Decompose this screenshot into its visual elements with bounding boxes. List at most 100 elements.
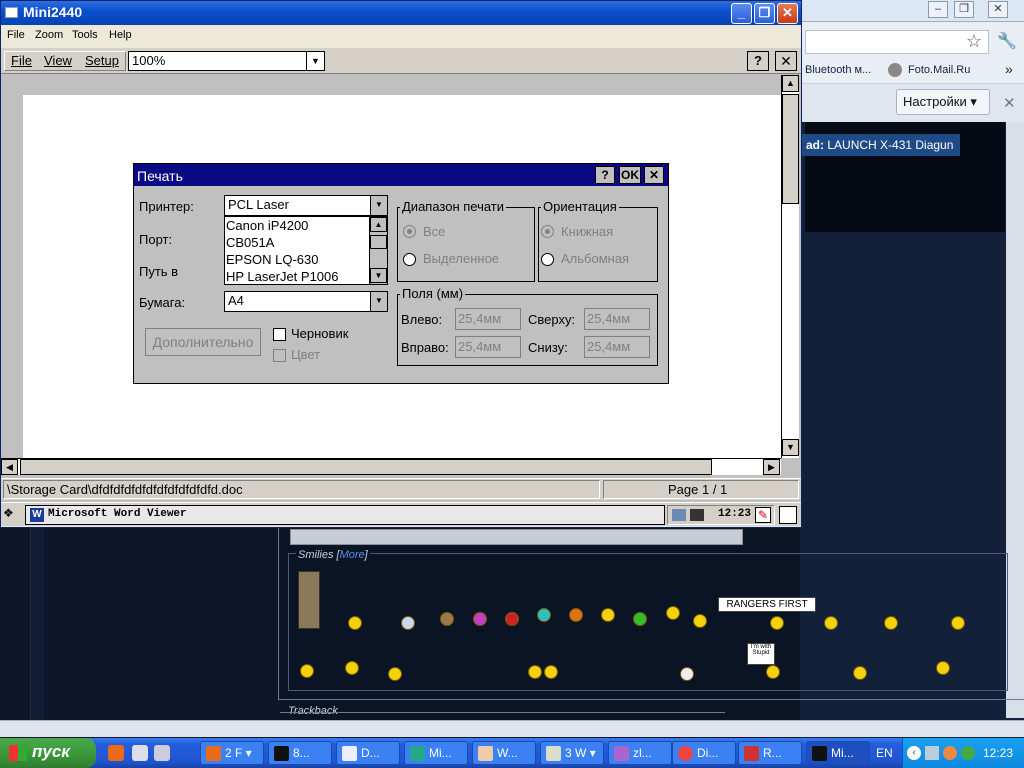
- minimize-button[interactable]: _: [731, 3, 752, 24]
- start-button[interactable]: пуск: [0, 738, 96, 768]
- network-icon[interactable]: [672, 509, 686, 521]
- viewer-menu-view[interactable]: View: [44, 53, 72, 68]
- close-icon[interactable]: ✕: [1003, 94, 1016, 112]
- ce-start-icon[interactable]: ❖: [3, 506, 21, 524]
- firefox-icon[interactable]: [108, 745, 124, 761]
- keyboard-icon[interactable]: [690, 509, 704, 521]
- viewer-menu-file[interactable]: File: [11, 53, 32, 68]
- task-word-viewer[interactable]: W Microsoft Word Viewer: [25, 505, 665, 525]
- smiley-icon[interactable]: [345, 661, 359, 675]
- close-icon[interactable]: ✕: [988, 1, 1008, 18]
- restore-icon[interactable]: ❐: [954, 1, 974, 18]
- menu-zoom[interactable]: Zoom: [35, 29, 63, 41]
- network-icon[interactable]: [925, 746, 939, 760]
- bookmark-bluetooth[interactable]: Bluetooth м...: [805, 64, 871, 76]
- star-icon[interactable]: ☆: [966, 31, 982, 52]
- rangers-first-sign[interactable]: RANGERS FIRST: [718, 597, 816, 612]
- desktop-icon[interactable]: [132, 745, 148, 761]
- list-scrollbar[interactable]: ▲ ▼: [369, 217, 387, 284]
- portrait-radio[interactable]: [541, 225, 554, 238]
- scroll-up-icon[interactable]: ▲: [370, 217, 387, 232]
- wrench-icon[interactable]: 🔧: [997, 31, 1017, 51]
- smiley-icon[interactable]: [633, 612, 647, 626]
- task-button[interactable]: 3 W ▾: [540, 741, 604, 765]
- smiley-icon[interactable]: [528, 665, 542, 679]
- smiley-icon[interactable]: [680, 667, 694, 681]
- explorer-icon[interactable]: [154, 745, 170, 761]
- smiley-icon[interactable]: [569, 608, 583, 622]
- chevron-right-icon[interactable]: »: [1005, 61, 1013, 77]
- smiley-icon[interactable]: [473, 612, 487, 626]
- smiley-icon[interactable]: [666, 606, 680, 620]
- scroll-thumb[interactable]: [20, 459, 712, 475]
- task-button[interactable]: 2 F ▾: [200, 741, 264, 765]
- right-margin-field[interactable]: 25,4мм: [455, 336, 521, 358]
- smilies-more-link[interactable]: More: [340, 549, 365, 561]
- task-button[interactable]: Di...: [672, 741, 736, 765]
- smiley-icon[interactable]: [824, 616, 838, 630]
- edit-icon[interactable]: ✎: [755, 507, 771, 523]
- viewer-close-button[interactable]: ✕: [775, 51, 797, 71]
- settings-dropdown[interactable]: Настройки ▾: [896, 89, 990, 115]
- top-margin-field[interactable]: 25,4мм: [584, 308, 650, 330]
- menu-file[interactable]: File: [7, 29, 25, 41]
- task-button[interactable]: 8...: [268, 741, 332, 765]
- list-item[interactable]: EPSON LQ-630: [225, 251, 387, 268]
- chevron-left-icon[interactable]: ‹: [907, 746, 921, 760]
- printer-list[interactable]: Canon iP4200 CB051A EPSON LQ-630 HP Lase…: [224, 216, 388, 285]
- smiley-icon[interactable]: [505, 612, 519, 626]
- smiley-icon[interactable]: [951, 616, 965, 630]
- zoom-select[interactable]: 100% ▼: [128, 51, 325, 71]
- bottom-margin-field[interactable]: 25,4мм: [584, 336, 650, 358]
- scroll-thumb[interactable]: [370, 235, 387, 249]
- scroll-thumb[interactable]: [782, 94, 799, 204]
- task-button[interactable]: R...: [738, 741, 802, 765]
- landscape-radio[interactable]: [541, 253, 554, 266]
- scroll-down-icon[interactable]: ▼: [370, 268, 387, 283]
- draft-checkbox[interactable]: [273, 328, 286, 341]
- maximize-button[interactable]: ❐: [754, 3, 775, 24]
- chevron-down-icon[interactable]: ▼: [370, 196, 387, 215]
- close-button[interactable]: ✕: [777, 3, 798, 24]
- guillotine-smiley-icon[interactable]: [298, 571, 320, 629]
- task-button[interactable]: zl...: [608, 741, 672, 765]
- smiley-icon[interactable]: [853, 666, 867, 680]
- tray-app-icon[interactable]: [943, 746, 957, 760]
- smiley-icon[interactable]: [300, 664, 314, 678]
- printer-select[interactable]: PCL Laser ▼: [224, 195, 388, 216]
- dialog-ok-button[interactable]: OK: [619, 166, 641, 184]
- doc-hscroll[interactable]: ◀ ▶: [1, 458, 781, 475]
- smiley-icon[interactable]: [766, 665, 780, 679]
- doc-vscroll[interactable]: ▲ ▼: [781, 75, 799, 458]
- viewer-menu-setup[interactable]: Setup: [85, 53, 119, 68]
- left-margin-field[interactable]: 25,4мм: [455, 308, 521, 330]
- smiley-icon[interactable]: [440, 612, 454, 626]
- smiley-icon[interactable]: [884, 616, 898, 630]
- dialog-close-button[interactable]: ✕: [644, 166, 664, 184]
- list-item[interactable]: CB051A: [225, 234, 387, 251]
- smiley-icon[interactable]: [936, 661, 950, 675]
- smiley-icon[interactable]: [537, 608, 551, 622]
- dialog-help-button[interactable]: ?: [595, 166, 615, 184]
- bookmark-foto-mail[interactable]: Foto.Mail.Ru: [908, 64, 970, 76]
- chevron-down-icon[interactable]: ▼: [370, 292, 387, 311]
- switch-window-icon[interactable]: [779, 506, 797, 524]
- color-checkbox[interactable]: [273, 349, 286, 362]
- help-button[interactable]: ?: [747, 51, 769, 71]
- paper-select[interactable]: A4 ▼: [224, 291, 388, 312]
- advanced-button[interactable]: Дополнительно: [145, 328, 261, 356]
- scroll-up-icon[interactable]: ▲: [782, 75, 799, 92]
- reply-input[interactable]: [290, 529, 743, 545]
- mini-titlebar[interactable]: Mini2440 _ ❐ ✕: [1, 1, 801, 25]
- task-button[interactable]: W...: [472, 741, 536, 765]
- menu-help[interactable]: Help: [109, 29, 132, 41]
- browser-hscroll[interactable]: [0, 720, 1024, 737]
- language-indicator[interactable]: EN: [876, 746, 893, 760]
- task-button[interactable]: Mi...: [404, 741, 468, 765]
- smiley-icon[interactable]: [770, 616, 784, 630]
- minimize-icon[interactable]: –: [928, 1, 948, 18]
- smiley-icon[interactable]: [401, 616, 415, 630]
- im-with-stupid-sign[interactable]: I'm with Stupid: [747, 643, 775, 665]
- list-item[interactable]: Canon iP4200: [225, 217, 387, 234]
- smiley-icon[interactable]: [544, 665, 558, 679]
